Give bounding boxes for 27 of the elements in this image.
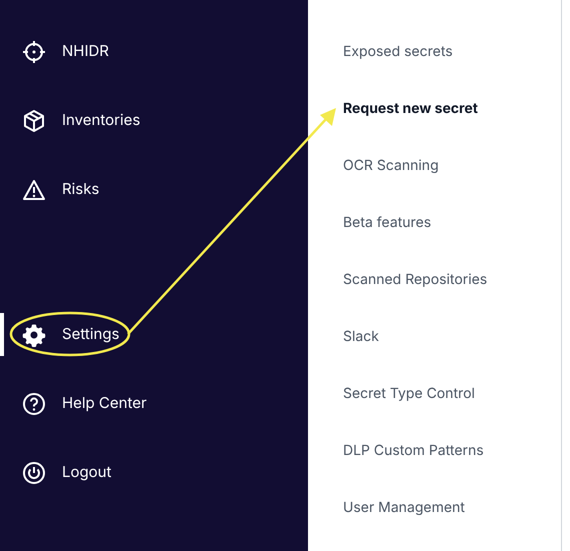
settings-menu-item[interactable]: Slack: [343, 326, 379, 347]
settings-menu-item[interactable]: Exposed secrets: [343, 41, 453, 62]
help-icon: [22, 392, 46, 416]
settings-menu-item[interactable]: Request new secret: [343, 98, 478, 119]
settings-menu-item[interactable]: Secret Type Control: [343, 383, 475, 404]
box-icon: [22, 108, 46, 132]
warning-icon: [22, 178, 46, 202]
settings-menu-item[interactable]: OCR Scanning: [343, 155, 439, 176]
sidebar-item[interactable]: Inventories: [22, 108, 140, 132]
sidebar-item[interactable]: Risks: [22, 178, 100, 202]
settings-menu-item[interactable]: Scanned Repositories: [343, 269, 488, 290]
settings-menu-item[interactable]: DLP Custom Patterns: [343, 440, 484, 461]
settings-menu-item[interactable]: User Management: [343, 497, 465, 518]
sidebar-item-label: Logout: [62, 461, 112, 484]
sidebar-item-label: Inventories: [62, 109, 140, 132]
settings-icon: [22, 322, 46, 346]
sidebar-item[interactable]: NHIDR: [22, 40, 109, 64]
settings-menu-item[interactable]: Beta features: [343, 212, 432, 233]
sidebar-item-label: Settings: [62, 323, 120, 346]
sidebar-item[interactable]: Settings: [22, 322, 120, 346]
sidebar-item-label: NHIDR: [62, 40, 109, 62]
power-icon: [22, 460, 46, 484]
sidebar-item-label: Risks: [62, 178, 100, 200]
sidebar-item[interactable]: Logout: [22, 460, 112, 484]
sidebar-item[interactable]: Help Center: [22, 392, 147, 416]
sidebar-item-label: Help Center: [62, 392, 147, 414]
target-icon: [22, 40, 46, 64]
